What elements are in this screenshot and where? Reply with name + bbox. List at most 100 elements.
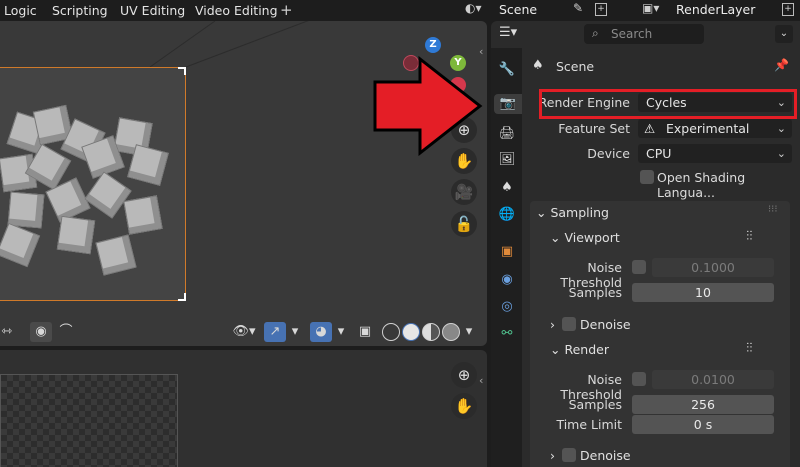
feature-set-value: Experimental [666, 121, 750, 136]
shading-dropdown-icon[interactable]: ▾ [462, 322, 476, 342]
viewport-subpanel-header[interactable]: ⌄ Viewport [550, 230, 620, 245]
pin-icon[interactable]: 📌 [774, 58, 789, 72]
device-dropdown[interactable]: CPU ⌄ [638, 144, 792, 163]
output-tab-icon[interactable]: 🖨 [497, 124, 517, 144]
solid-shading-icon[interactable] [402, 323, 420, 341]
overlay-dropdown-icon[interactable]: ▾ [334, 322, 348, 342]
presets-icon[interactable]: ⫶⫶ [746, 341, 753, 356]
viewport-header-toolbar: ⇿ ◉ ⌒ 👁▾ ↗ ▾ ◕ ▾ ▣ ▾ [0, 319, 487, 345]
render-denoise-label: Denoise [580, 448, 631, 463]
render-noise-threshold-checkbox[interactable] [632, 372, 646, 386]
scene-cube [0, 222, 41, 268]
scene-selector[interactable]: ◐▾ Scene ✎ + [461, 0, 611, 20]
falloff-icon[interactable]: ⌒ [54, 322, 78, 342]
properties-tab-column: 🔧 📷 🖨 🖼 ♠ 🌐 ▣ ◉ ◎ ⚯ [491, 48, 522, 467]
constraints-tab-icon[interactable]: ◎ [497, 297, 517, 317]
new-view-layer-icon[interactable]: + [782, 3, 794, 16]
zoom-icon[interactable]: ⊕ [451, 362, 477, 388]
image-canvas[interactable] [0, 374, 178, 467]
proportional-edit-icon[interactable]: ◉ [30, 322, 52, 342]
osl-label: Open Shading Langua... [657, 170, 746, 200]
tool-tab-icon[interactable]: 🔧 [497, 60, 517, 80]
feature-set-label: Feature Set [558, 121, 630, 136]
render-subpanel-header[interactable]: ⌄ Render [550, 342, 609, 357]
device-value: CPU [646, 146, 672, 161]
physics-tab-icon[interactable]: ◉ [497, 270, 517, 290]
view-layer-tab-icon[interactable]: 🖼 [497, 150, 517, 170]
camera-frame-corner [178, 67, 186, 75]
workspace-tab-uv-editing[interactable]: UV Editing [120, 3, 185, 18]
device-label: Device [587, 146, 630, 161]
render-samples-field[interactable]: 256 [632, 395, 774, 414]
feature-set-dropdown[interactable]: ⚠ Experimental ⌄ [638, 119, 792, 138]
render-engine-highlight-box [539, 89, 797, 119]
presets-icon[interactable]: ⫶⫶ [746, 229, 753, 244]
render-noise-threshold-field[interactable]: 0.0100 [652, 370, 774, 389]
lock-icon[interactable]: 🔓 [451, 211, 477, 237]
drag-handle-icon[interactable]: ⁝⁝⁝ [768, 204, 778, 215]
data-tab-icon[interactable]: ⚯ [497, 324, 517, 344]
camera-frame [0, 67, 186, 301]
snap-icon[interactable]: ⇿ [0, 322, 14, 342]
scene-context-icon: ♠ [532, 58, 544, 73]
gizmo-toggle-icon[interactable]: ↗ [264, 322, 286, 342]
overlay-toggle-icon[interactable]: ◕ [310, 322, 332, 342]
scene-tab-icon[interactable]: ♠ [497, 178, 517, 198]
viewport-noise-threshold-checkbox[interactable] [632, 260, 646, 274]
workspace-tab-scripting[interactable]: Scripting [52, 3, 108, 18]
render-denoise-header[interactable]: › [550, 448, 555, 463]
gizmo-z-axis[interactable]: Z [425, 37, 441, 53]
material-shading-icon[interactable] [422, 323, 440, 341]
new-scene-icon[interactable]: + [595, 3, 607, 16]
workspace-tab-video-editing[interactable]: Video Editing [195, 3, 278, 18]
viewport-noise-threshold-field[interactable]: 0.1000 [652, 258, 774, 277]
object-tab-icon[interactable]: ▣ [497, 242, 517, 262]
world-tab-icon[interactable]: 🌐 [497, 205, 517, 225]
search-placeholder: Search [611, 27, 653, 41]
rendered-shading-icon[interactable] [442, 323, 460, 341]
chevron-down-icon: ⌄ [776, 122, 786, 135]
add-workspace-button[interactable]: + [280, 1, 293, 19]
view-layer-name[interactable]: RenderLayer [676, 2, 755, 17]
render-denoise-checkbox[interactable] [562, 448, 576, 462]
scene-cube [56, 215, 96, 255]
chevron-down-icon: ⌄ [776, 147, 786, 160]
scene-cube [7, 191, 45, 229]
xray-icon[interactable]: ▣ [354, 322, 376, 342]
camera-view-icon[interactable]: 🎥 [451, 179, 477, 205]
image-editor-area[interactable]: ⊕ ✋ ‹ [0, 350, 487, 467]
sampling-panel: ⌄ Sampling ⁝⁝⁝ ⌄ Viewport ⫶⫶ Noise Thres… [530, 201, 790, 467]
scene-context-name: Scene [556, 59, 595, 74]
options-dropdown-icon[interactable]: ⌄ [775, 25, 793, 43]
view-layer-selector[interactable]: ▣▾ RenderLayer + [640, 0, 800, 20]
viewport-denoise-header[interactable]: › [550, 317, 555, 332]
viewport-denoise-label: Denoise [580, 317, 631, 332]
editor-type-icon[interactable]: ☰▾ [499, 25, 517, 40]
properties-editor: ☰▾ ⌕ Search ⌄ 🔧 📷 🖨 🖼 ♠ 🌐 ▣ ◉ ◎ ⚯ ♠ Scen… [491, 21, 800, 467]
scene-cube [95, 234, 137, 276]
pin-icon[interactable]: ✎ [573, 1, 583, 15]
properties-search[interactable]: ⌕ Search [584, 24, 704, 44]
camera-frame-corner [178, 293, 186, 301]
viewport-denoise-checkbox[interactable] [562, 317, 576, 331]
warning-icon: ⚠ [644, 121, 656, 136]
visibility-icon[interactable]: 👁▾ [230, 322, 258, 342]
scene-cube [123, 195, 163, 235]
scene-icon[interactable]: ◐▾ [465, 1, 482, 15]
scene-name[interactable]: Scene [499, 2, 537, 17]
gizmo-dropdown-icon[interactable]: ▾ [288, 322, 302, 342]
workspace-tab-logic[interactable]: Logic [4, 3, 37, 18]
wireframe-shading-icon[interactable] [382, 323, 400, 341]
time-limit-field[interactable]: 0 s [632, 415, 774, 434]
osl-checkbox[interactable] [640, 170, 654, 184]
collapse-sidebar-icon[interactable]: ‹ [479, 374, 483, 387]
view-layer-icon[interactable]: ▣▾ [642, 1, 659, 15]
render-tab-icon[interactable]: 📷 [494, 94, 522, 114]
render-title: Render [564, 342, 609, 357]
viewport-samples-field[interactable]: 10 [632, 283, 774, 302]
sampling-panel-header[interactable]: ⌄ Sampling [536, 205, 609, 220]
viewport-title: Viewport [564, 230, 620, 245]
pan-hand-icon[interactable]: ✋ [451, 393, 477, 419]
workspace-topbar: Logic Scripting UV Editing Video Editing… [0, 0, 800, 21]
annotation-arrow [373, 56, 483, 156]
